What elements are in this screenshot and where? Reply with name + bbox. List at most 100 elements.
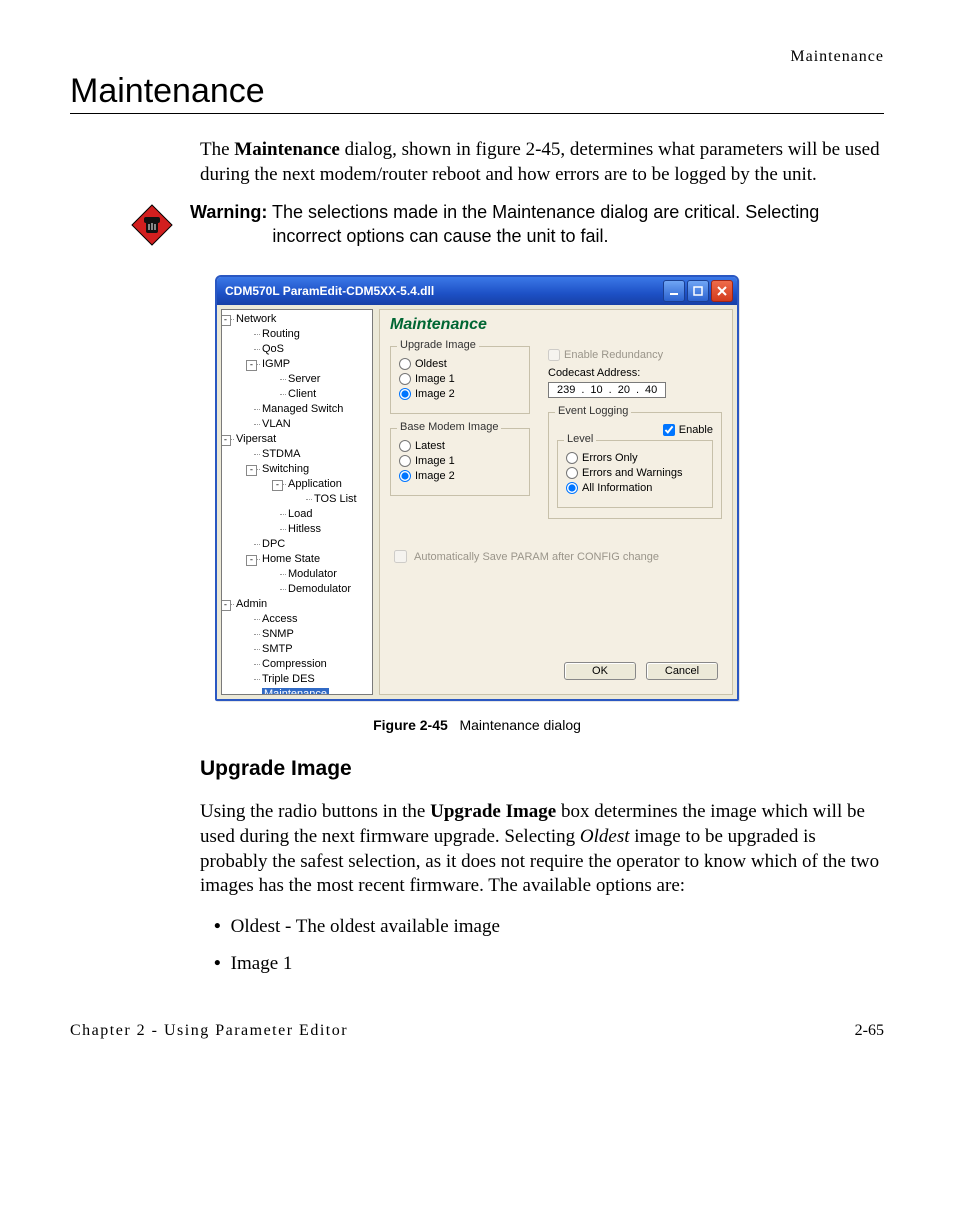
- warning-text: Warning: The selections made in the Main…: [190, 201, 819, 248]
- tree-item-qos[interactable]: QoS: [262, 343, 284, 355]
- level-legend: Level: [564, 433, 596, 445]
- sec-p1: Using the radio buttons in the: [200, 801, 430, 822]
- upgrade-image-legend: Upgrade Image: [397, 339, 479, 351]
- tree-item-server[interactable]: Server: [288, 373, 320, 385]
- radio-all-information-label: All Information: [582, 482, 652, 494]
- tree-item-application[interactable]: Application: [288, 478, 342, 490]
- tree-item-client[interactable]: Client: [288, 388, 316, 400]
- codecast-address-input[interactable]: 239. 10. 20. 40: [548, 382, 666, 398]
- tree-item-igmp[interactable]: IGMP: [262, 358, 290, 370]
- nav-tree[interactable]: -Network Routing QoS -IGMP Server Client: [221, 309, 373, 695]
- maintenance-dialog: CDM570L ParamEdit-CDM5XX-5.4.dll -Networ…: [215, 275, 739, 701]
- panel-heading: Maintenance: [390, 316, 722, 334]
- radio-oldest-label: Oldest: [415, 358, 447, 370]
- event-logging-enable-label: Enable: [679, 424, 713, 436]
- tree-item-load[interactable]: Load: [288, 508, 312, 520]
- tree-item-maintenance[interactable]: Maintenance: [262, 688, 329, 695]
- radio-errors-only[interactable]: Errors Only: [566, 452, 704, 464]
- tree-item-modulator[interactable]: Modulator: [288, 568, 337, 580]
- radio-bmi-image1-label: Image 1: [415, 455, 455, 467]
- warning-line1: The selections made in the Maintenance d…: [272, 202, 819, 222]
- radio-image2-label: Image 2: [415, 388, 455, 400]
- main-panel: Maintenance Upgrade Image Oldest Image 1…: [379, 309, 733, 695]
- expander-icon[interactable]: -: [221, 435, 231, 446]
- tree-item-access[interactable]: Access: [262, 613, 297, 625]
- radio-latest-label: Latest: [415, 440, 445, 452]
- warning-label: Warning:: [190, 202, 267, 222]
- tree-item-vipersat[interactable]: Vipersat: [236, 433, 276, 445]
- expander-icon[interactable]: -: [246, 555, 257, 566]
- radio-bmi-image1[interactable]: Image 1: [399, 455, 521, 467]
- radio-errors-only-label: Errors Only: [582, 452, 638, 464]
- radio-errors-warnings-label: Errors and Warnings: [582, 467, 682, 479]
- codecast-address-label: Codecast Address:: [548, 367, 722, 379]
- event-logging-legend: Event Logging: [555, 405, 631, 417]
- radio-image1-label: Image 1: [415, 373, 455, 385]
- tree-item-routing[interactable]: Routing: [262, 328, 300, 340]
- level-group: Level Errors Only Errors and Warnings Al…: [557, 440, 713, 508]
- tree-item-compression[interactable]: Compression: [262, 658, 327, 670]
- tree-item-admin[interactable]: Admin: [236, 598, 267, 610]
- enable-redundancy-label: Enable Redundancy: [564, 349, 663, 361]
- enable-redundancy-checkbox: Enable Redundancy: [548, 349, 722, 361]
- warning-line2: incorrect options can cause the unit to …: [272, 226, 608, 246]
- footer-chapter: Chapter 2 - Using Parameter Editor: [70, 1022, 348, 1040]
- dialog-title: CDM570L ParamEdit-CDM5XX-5.4.dll: [225, 284, 434, 298]
- radio-latest[interactable]: Latest: [399, 440, 521, 452]
- ip-octet-2[interactable]: 10: [586, 384, 606, 396]
- tree-item-home-state[interactable]: Home State: [262, 553, 320, 565]
- tree-item-managed-switch[interactable]: Managed Switch: [262, 403, 343, 415]
- tree-item-switching[interactable]: Switching: [262, 463, 309, 475]
- tree-item-stdma[interactable]: STDMA: [262, 448, 301, 460]
- event-logging-group: Event Logging Enable Level Errors Only E…: [548, 412, 722, 519]
- sec-i1: Oldest: [580, 826, 630, 847]
- expander-icon[interactable]: -: [221, 600, 231, 611]
- ip-octet-3[interactable]: 20: [614, 384, 634, 396]
- tree-item-demodulator[interactable]: Demodulator: [288, 583, 351, 595]
- intro-bold: Maintenance: [234, 139, 340, 160]
- expander-icon[interactable]: -: [246, 360, 257, 371]
- auto-save-checkbox: Automatically Save PARAM after CONFIG ch…: [390, 547, 722, 566]
- tree-item-smtp[interactable]: SMTP: [262, 643, 293, 655]
- tree-item-snmp[interactable]: SNMP: [262, 628, 294, 640]
- options-list: Oldest - The oldest available image Imag…: [200, 913, 884, 978]
- section-paragraph: Using the radio buttons in the Upgrade I…: [200, 800, 884, 899]
- list-item: Image 1: [234, 950, 884, 979]
- warning-icon: [130, 203, 174, 249]
- expander-icon[interactable]: -: [246, 465, 257, 476]
- ok-button[interactable]: OK: [564, 662, 636, 680]
- tree-item-hitless[interactable]: Hitless: [288, 523, 321, 535]
- maximize-icon[interactable]: [687, 280, 709, 302]
- figure-caption: Figure 2-45 Maintenance dialog: [70, 717, 884, 733]
- auto-save-label: Automatically Save PARAM after CONFIG ch…: [414, 551, 659, 563]
- expander-icon[interactable]: -: [272, 480, 283, 491]
- tree-item-vlan[interactable]: VLAN: [262, 418, 291, 430]
- radio-image2[interactable]: Image 2: [399, 388, 521, 400]
- figure-caption-text: Maintenance dialog: [459, 717, 580, 733]
- dialog-titlebar[interactable]: CDM570L ParamEdit-CDM5XX-5.4.dll: [217, 277, 737, 305]
- radio-bmi-image2[interactable]: Image 2: [399, 470, 521, 482]
- title-underline: [70, 113, 884, 114]
- tree-item-tos-list[interactable]: TOS List: [314, 493, 357, 505]
- tree-item-dpc[interactable]: DPC: [262, 538, 285, 550]
- base-modem-image-legend: Base Modem Image: [397, 421, 501, 433]
- radio-image1[interactable]: Image 1: [399, 373, 521, 385]
- close-icon[interactable]: [711, 280, 733, 302]
- section-title: Upgrade Image: [200, 757, 884, 781]
- footer-page-number: 2-65: [855, 1022, 884, 1040]
- ip-octet-1[interactable]: 239: [553, 384, 579, 396]
- expander-icon[interactable]: -: [221, 315, 231, 326]
- base-modem-image-group: Base Modem Image Latest Image 1 Image 2: [390, 428, 530, 496]
- intro-paragraph: The Maintenance dialog, shown in figure …: [200, 138, 884, 187]
- ip-octet-4[interactable]: 40: [641, 384, 661, 396]
- radio-oldest[interactable]: Oldest: [399, 358, 521, 370]
- page-title: Maintenance: [70, 72, 884, 111]
- cancel-button[interactable]: Cancel: [646, 662, 718, 680]
- upgrade-image-group: Upgrade Image Oldest Image 1 Image 2: [390, 346, 530, 414]
- running-head: Maintenance: [70, 48, 884, 66]
- radio-all-information[interactable]: All Information: [566, 482, 704, 494]
- tree-item-network[interactable]: Network: [236, 313, 276, 325]
- minimize-icon[interactable]: [663, 280, 685, 302]
- radio-errors-warnings[interactable]: Errors and Warnings: [566, 467, 704, 479]
- tree-item-triple-des[interactable]: Triple DES: [262, 673, 315, 685]
